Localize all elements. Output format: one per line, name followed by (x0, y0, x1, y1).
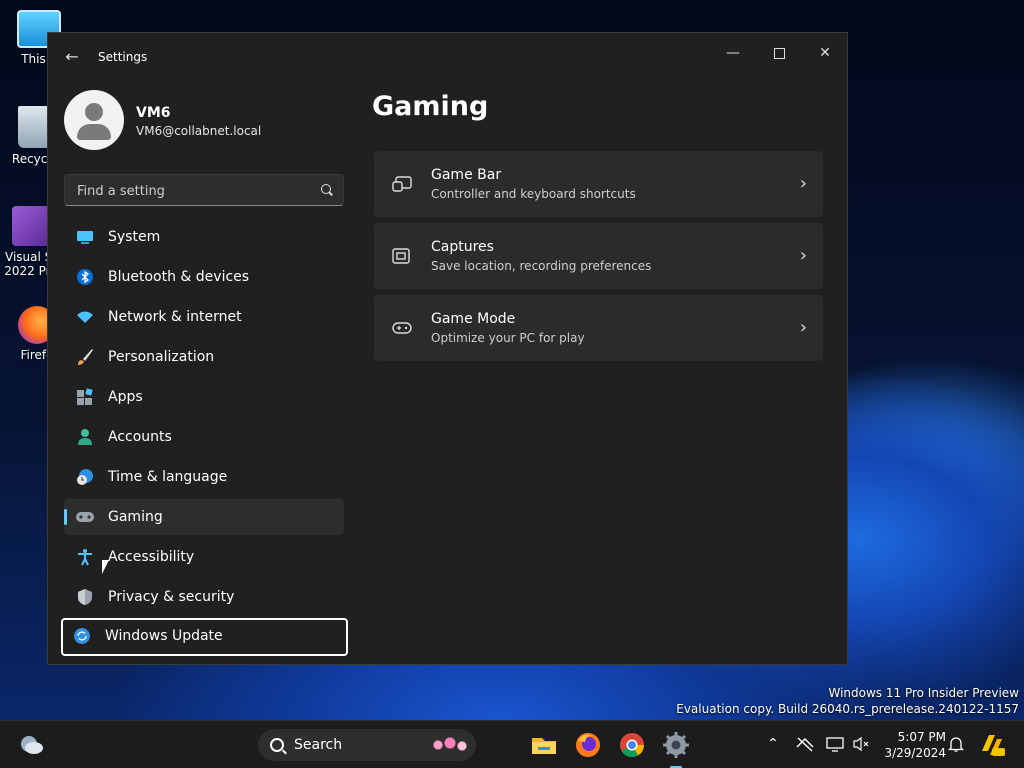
close-button[interactable]: ✕ (802, 37, 847, 69)
taskbar-clock[interactable]: 5:07 PM 3/29/2024 (880, 729, 946, 761)
sidebar-item-label: Apps (108, 389, 143, 405)
card-captures[interactable]: Captures Save location, recording prefer… (374, 223, 823, 289)
chevron-right-icon: › (799, 317, 807, 338)
sidebar-item-label: Network & internet (108, 309, 242, 325)
taskbar-chrome[interactable] (616, 729, 648, 761)
sidebar-item-apps[interactable]: Apps (64, 379, 344, 415)
back-button[interactable]: ← (60, 47, 84, 67)
sidebar-item-label: Accessibility (108, 549, 195, 565)
sidebar-item-label: Gaming (108, 509, 163, 525)
card-title: Game Bar (431, 167, 502, 183)
mouse-cursor-icon (102, 560, 109, 574)
sidebar-item-label: System (108, 229, 161, 245)
apps-icon (76, 388, 94, 406)
title-bar[interactable]: ← Settings — ✕ (48, 33, 847, 81)
clock-time: 5:07 PM (897, 730, 946, 744)
sidebar-item-bluetooth[interactable]: Bluetooth & devices (64, 259, 344, 295)
sidebar-item-network[interactable]: Network & internet (64, 299, 344, 335)
widgets-button[interactable] (16, 729, 48, 761)
evaluation-watermark: Windows 11 Pro Insider Preview Evaluatio… (676, 685, 1019, 717)
firefox-icon (576, 733, 600, 757)
sidebar-item-windows-update[interactable]: Windows Update (61, 618, 348, 656)
minimize-button[interactable]: — (710, 37, 756, 69)
sidebar-item-label: Bluetooth & devices (108, 269, 250, 285)
notification-bell-icon[interactable] (947, 735, 965, 753)
maximize-button[interactable] (756, 37, 802, 69)
minimize-icon: — (726, 45, 740, 61)
card-title: Game Mode (431, 311, 516, 327)
sidebar-item-accounts[interactable]: Accounts (64, 419, 344, 455)
capture-icon (392, 247, 412, 265)
sidebar-item-time-language[interactable]: Time & language (64, 459, 344, 495)
settings-search[interactable] (64, 174, 344, 206)
bluetooth-icon (76, 268, 94, 286)
arrow-left-icon: ← (65, 47, 79, 66)
system-monitor-icon (76, 228, 94, 246)
search-icon[interactable] (321, 184, 331, 194)
card-subtitle: Controller and keyboard shortcuts (431, 187, 636, 201)
accessibility-icon (76, 548, 94, 566)
copilot-icon (982, 735, 1005, 756)
sidebar-item-gaming[interactable]: Gaming (64, 499, 344, 535)
search-input[interactable] (75, 181, 309, 201)
network-disconnected-icon[interactable] (796, 735, 814, 753)
user-email: VM6@collabnet.local (136, 124, 262, 138)
copilot-preview-button[interactable] (978, 731, 1006, 759)
gamepad-icon (392, 319, 412, 337)
search-icon (270, 738, 284, 752)
taskbar-file-explorer[interactable] (528, 729, 560, 761)
window-title: Settings (98, 50, 148, 64)
settings-gear-icon (663, 732, 689, 758)
windows-update-icon (73, 627, 91, 645)
sidebar-item-label: Accounts (108, 429, 172, 445)
sidebar-item-label: Windows Update (105, 628, 223, 644)
card-subtitle: Optimize your PC for play (431, 331, 585, 345)
user-name: VM6 (136, 105, 171, 121)
sidebar-item-system[interactable]: System (64, 219, 344, 255)
settings-window: ← Settings — ✕ VM6 VM6@collabnet.local S… (47, 32, 848, 665)
watermark-line-1: Windows 11 Pro Insider Preview (828, 686, 1019, 700)
maximize-icon (773, 47, 785, 59)
page-title: Gaming (372, 91, 489, 122)
weather-cloud-icon (21, 736, 43, 754)
sidebar-nav: System Bluetooth & devices Network & int… (61, 219, 348, 660)
person-icon (76, 428, 94, 446)
chrome-icon (620, 733, 644, 758)
avatar-body (77, 124, 111, 140)
volume-muted-icon[interactable] (852, 735, 870, 753)
card-subtitle: Save location, recording preferences (431, 259, 652, 273)
brush-icon (76, 348, 94, 366)
visual-studio-icon (12, 206, 50, 246)
close-icon: ✕ (819, 45, 831, 61)
tray-overflow-chevron-up-icon[interactable]: ⌃ (764, 735, 782, 753)
sidebar-item-label: Time & language (108, 469, 228, 485)
sidebar-item-privacy[interactable]: Privacy & security (64, 579, 344, 615)
sidebar-item-label: Privacy & security (108, 589, 235, 605)
shield-icon (76, 588, 94, 606)
taskbar-search-label: Search (294, 737, 343, 753)
card-title: Captures (431, 239, 494, 255)
avatar[interactable] (64, 90, 124, 150)
file-explorer-icon (532, 738, 556, 754)
globe-clock-icon (76, 468, 94, 486)
sidebar-item-label: Personalization (108, 349, 215, 365)
clock-date: 3/29/2024 (884, 746, 946, 760)
wifi-icon (76, 308, 94, 326)
chevron-right-icon: › (799, 173, 807, 194)
taskbar-firefox[interactable] (572, 729, 604, 761)
display-icon[interactable] (826, 735, 844, 753)
watermark-line-2: Evaluation copy. Build 26040.rs_prerelea… (676, 702, 1019, 716)
card-game-mode[interactable]: Game Mode Optimize your PC for play › (374, 295, 823, 361)
sidebar-item-personalization[interactable]: Personalization (64, 339, 344, 375)
search-highlight-icon (426, 735, 470, 755)
controller-icon (76, 508, 94, 526)
avatar-head (85, 103, 103, 121)
card-game-bar[interactable]: Game Bar Controller and keyboard shortcu… (374, 151, 823, 217)
taskbar: Search ⌃ 5:07 PM 3/29/2024 (0, 720, 1024, 768)
game-bar-icon (392, 175, 412, 193)
chevron-right-icon: › (799, 245, 807, 266)
taskbar-settings[interactable] (660, 729, 692, 768)
taskbar-search[interactable]: Search (258, 729, 476, 761)
